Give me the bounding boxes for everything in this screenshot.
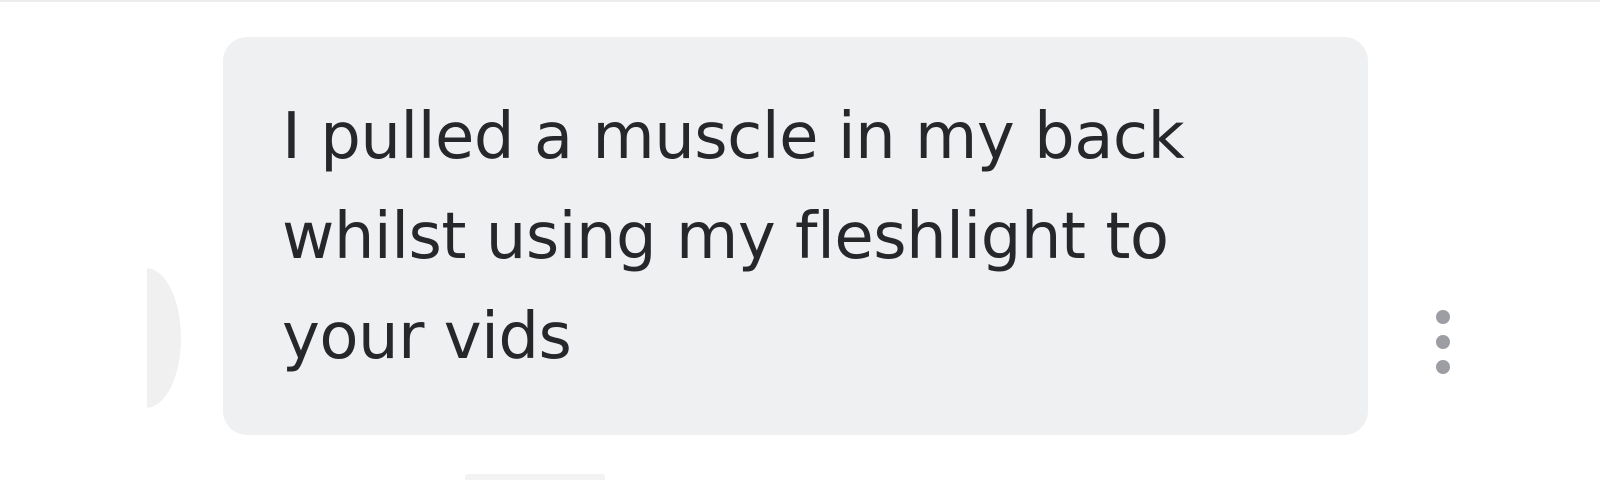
message-bubble[interactable]: I pulled a muscle in my back whilst usin… <box>223 37 1368 435</box>
more-options-dot <box>1436 360 1450 374</box>
top-divider <box>0 0 1600 2</box>
message-text: I pulled a muscle in my back whilst usin… <box>282 100 1185 374</box>
more-options-dot <box>1436 335 1450 349</box>
more-options-icon[interactable] <box>1428 310 1458 374</box>
next-message-edge <box>465 474 605 480</box>
more-options-dot <box>1436 310 1450 324</box>
avatar-clip <box>0 250 147 430</box>
